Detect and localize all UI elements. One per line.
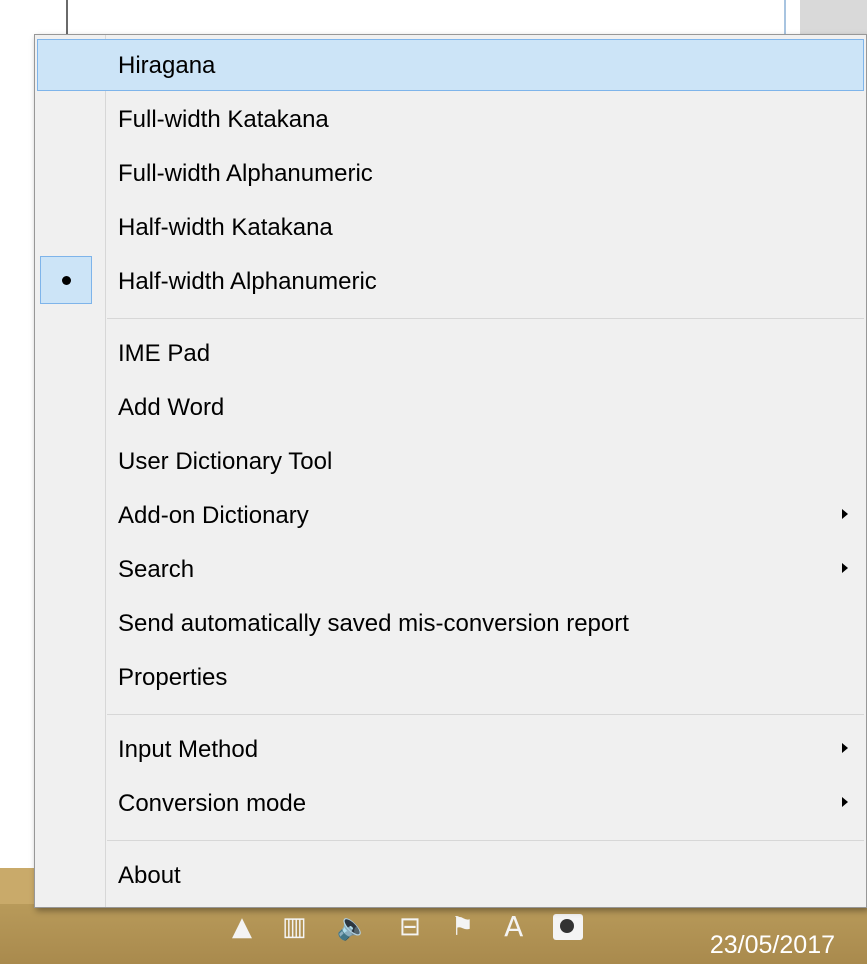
- volume-icon[interactable]: 🔈: [337, 914, 369, 940]
- show-hidden-icons-arrow-icon[interactable]: ▲: [232, 914, 252, 940]
- app-tray-icon[interactable]: [553, 914, 584, 940]
- ime-context-menu: Hiragana Full-width Katakana Full-width …: [34, 34, 867, 908]
- menu-item-label: Half-width Alphanumeric: [118, 268, 377, 295]
- action-center-error-icon[interactable]: ⚑: [451, 914, 474, 940]
- network-icon[interactable]: ▥: [282, 914, 307, 940]
- menu-item-half-width-katakana[interactable]: Half-width Katakana: [37, 201, 864, 253]
- menu-separator: [107, 318, 864, 319]
- menu-item-conversion-mode[interactable]: Conversion mode: [37, 777, 864, 829]
- menu-item-label: Full-width Katakana: [118, 106, 329, 133]
- background-window-divider: [66, 0, 68, 34]
- menu-item-properties[interactable]: Properties: [37, 651, 864, 703]
- notification-area: ▲ ▥ 🔈 ⊟ ⚑ A: [232, 913, 584, 941]
- menu-separator: [107, 840, 864, 841]
- menu-item-label: IME Pad: [118, 340, 211, 367]
- menu-item-send-mis-conversion-report[interactable]: Send automatically saved mis-conversion …: [37, 597, 864, 649]
- menu-item-label: About: [118, 862, 181, 889]
- menu-item-label: User Dictionary Tool: [118, 448, 333, 475]
- menu-item-label: Add Word: [118, 394, 225, 421]
- menu-item-full-width-katakana[interactable]: Full-width Katakana: [37, 93, 864, 145]
- bullet-icon: [62, 276, 71, 285]
- menu-item-hiragana[interactable]: Hiragana: [37, 39, 864, 91]
- submenu-arrow-icon: [842, 797, 848, 807]
- background-window: [0, 0, 867, 34]
- radio-check-indicator: [40, 256, 92, 304]
- menu-item-half-width-alphanumeric[interactable]: Half-width Alphanumeric: [37, 255, 864, 307]
- taskbar: ▲ ▥ 🔈 ⊟ ⚑ A 23/05/2017: [0, 904, 867, 964]
- menu-item-search[interactable]: Search: [37, 543, 864, 595]
- menu-item-label: Search: [118, 556, 195, 583]
- background-window-scroll-edge: [784, 0, 786, 34]
- menu-item-add-on-dictionary[interactable]: Add-on Dictionary: [37, 489, 864, 541]
- menu-item-label: Input Method: [118, 736, 259, 763]
- menu-item-about[interactable]: About: [37, 849, 864, 901]
- ime-mode-indicator[interactable]: A: [504, 913, 523, 941]
- submenu-arrow-icon: [842, 509, 848, 519]
- menu-item-add-word[interactable]: Add Word: [37, 381, 864, 433]
- clock-date[interactable]: 23/05/2017: [710, 931, 835, 960]
- menu-item-label: Full-width Alphanumeric: [118, 160, 373, 187]
- menu-item-ime-pad[interactable]: IME Pad: [37, 327, 864, 379]
- menu-item-label: Send automatically saved mis-conversion …: [118, 610, 629, 637]
- menu-item-label: Properties: [118, 664, 228, 691]
- menu-item-label: Conversion mode: [118, 790, 307, 817]
- menu-separator: [107, 714, 864, 715]
- menu-item-user-dictionary-tool[interactable]: User Dictionary Tool: [37, 435, 864, 487]
- connection-icon[interactable]: ⊟: [399, 914, 421, 940]
- menu-item-label: Add-on Dictionary: [118, 502, 309, 529]
- submenu-arrow-icon: [842, 563, 848, 573]
- menu-item-full-width-alphanumeric[interactable]: Full-width Alphanumeric: [37, 147, 864, 199]
- background-window-scrollbar[interactable]: [800, 0, 867, 34]
- menu-item-label: Hiragana: [118, 52, 216, 79]
- menu-item-label: Half-width Katakana: [118, 214, 333, 241]
- submenu-arrow-icon: [842, 743, 848, 753]
- menu-item-input-method[interactable]: Input Method: [37, 723, 864, 775]
